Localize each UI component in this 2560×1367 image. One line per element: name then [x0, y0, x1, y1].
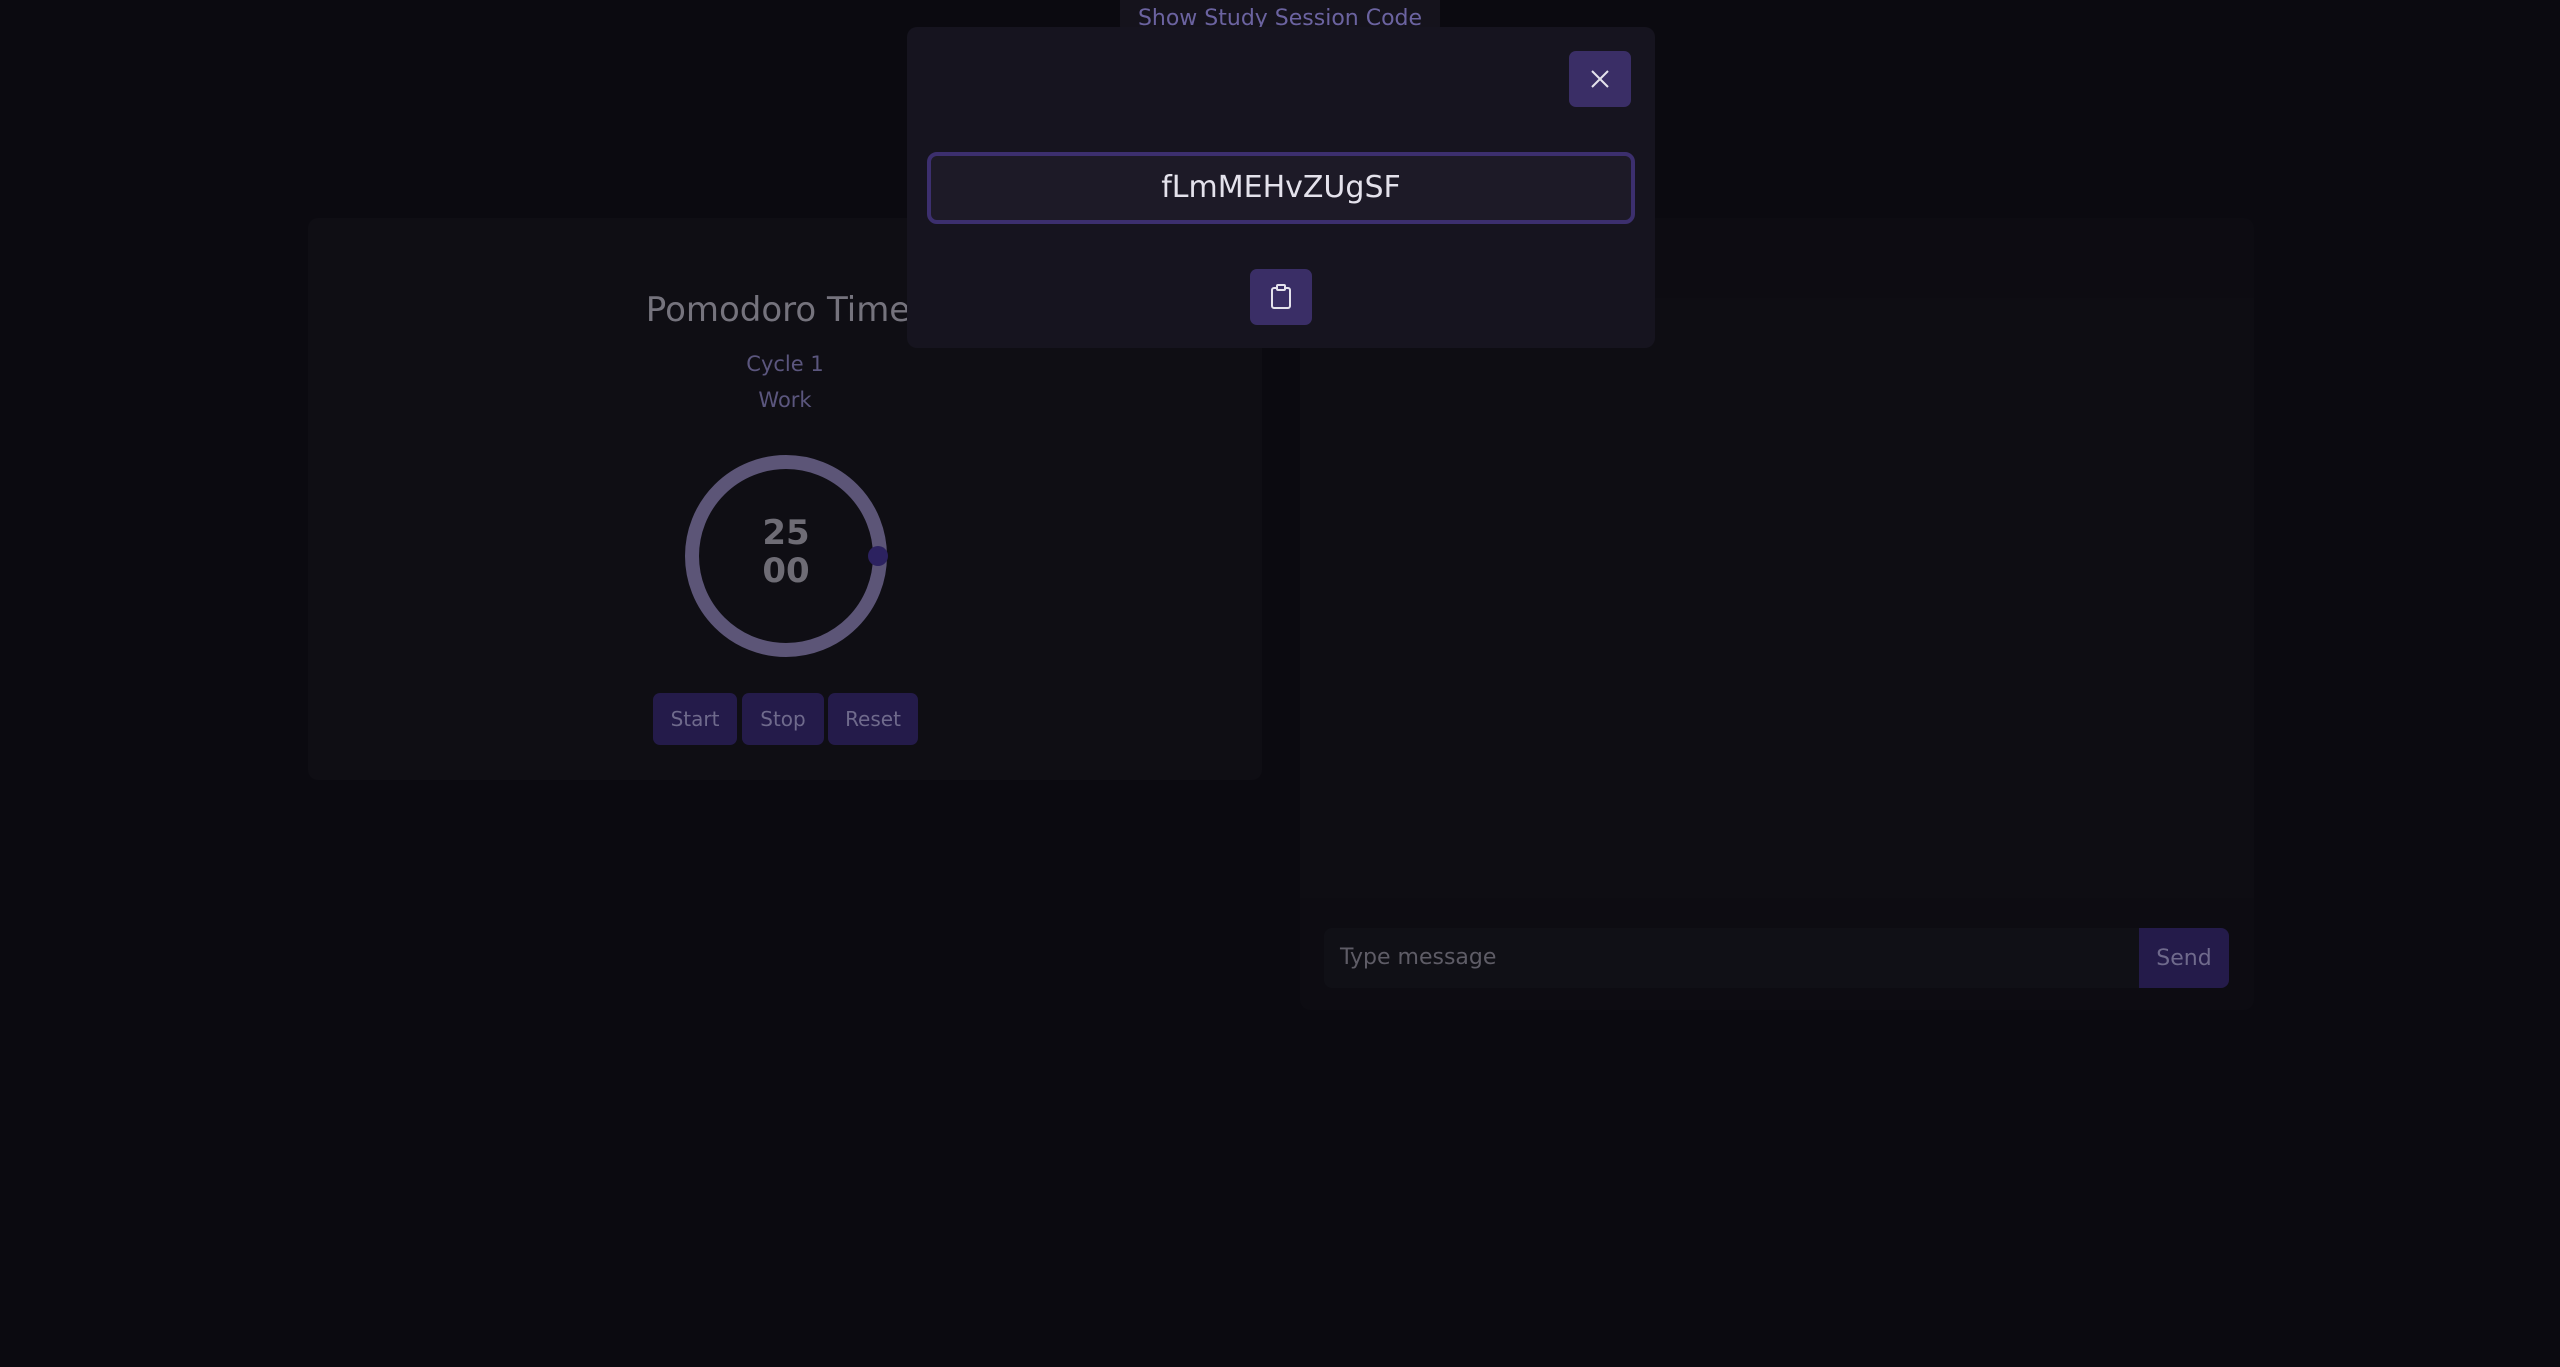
copy-code-button[interactable] [1250, 269, 1312, 325]
session-code-modal: fLmMEHvZUgSF [907, 27, 1655, 348]
stop-button[interactable]: Stop [742, 693, 824, 745]
page: Show Study Session Code Pomodoro Timer C… [0, 0, 2560, 1367]
send-button[interactable]: Send [2139, 928, 2229, 988]
close-icon [1591, 70, 1609, 88]
chat-message-input[interactable]: Type message [1324, 928, 2139, 988]
phase-label: Work [758, 388, 812, 412]
timer-seconds: 00 [762, 551, 810, 591]
session-code-field[interactable]: fLmMEHvZUgSF [927, 152, 1635, 224]
timer-minutes: 25 [762, 513, 810, 553]
cycle-label: Cycle 1 [746, 352, 824, 376]
start-button[interactable]: Start [653, 693, 737, 745]
chat-messages [1300, 298, 2254, 898]
timer-display: 25 00 [682, 514, 890, 590]
clipboard-icon [1271, 284, 1291, 309]
close-button[interactable] [1569, 51, 1631, 107]
reset-button[interactable]: Reset [828, 693, 918, 745]
